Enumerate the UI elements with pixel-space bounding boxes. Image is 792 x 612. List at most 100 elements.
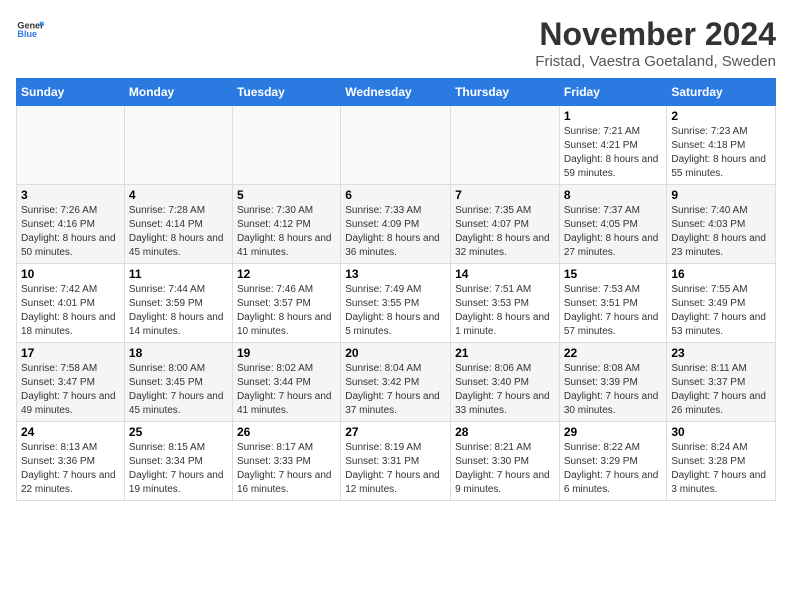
calendar-cell: 30 Sunrise: 8:24 AM Sunset: 3:28 PM Dayli… xyxy=(667,422,776,501)
day-number: 28 xyxy=(455,425,555,439)
day-info: Sunrise: 7:21 AM Sunset: 4:21 PM Dayligh… xyxy=(564,125,663,181)
title-section: November 2024 Fristad, Vaestra Goetaland… xyxy=(535,16,776,70)
calendar-cell: 2 Sunrise: 7:23 AM Sunset: 4:18 PM Daylig… xyxy=(667,106,776,185)
weekday-header-wednesday: Wednesday xyxy=(341,79,451,106)
day-number: 5 xyxy=(237,188,336,202)
day-number: 20 xyxy=(345,346,446,360)
day-number: 11 xyxy=(129,267,228,281)
calendar-cell: 4 Sunrise: 7:28 AM Sunset: 4:14 PM Daylig… xyxy=(124,185,232,264)
day-info: Sunrise: 8:02 AM Sunset: 3:44 PM Dayligh… xyxy=(237,362,336,418)
calendar-cell: 6 Sunrise: 7:33 AM Sunset: 4:09 PM Daylig… xyxy=(341,185,451,264)
day-info: Sunrise: 7:28 AM Sunset: 4:14 PM Dayligh… xyxy=(129,204,228,260)
calendar-cell: 25 Sunrise: 8:15 AM Sunset: 3:34 PM Dayli… xyxy=(124,422,232,501)
calendar-cell: 7 Sunrise: 7:35 AM Sunset: 4:07 PM Daylig… xyxy=(451,185,560,264)
day-number: 24 xyxy=(21,425,120,439)
day-info: Sunrise: 7:35 AM Sunset: 4:07 PM Dayligh… xyxy=(455,204,555,260)
calendar-cell: 21Sunrise: 8:06 AM Sunset: 3:40 PM Dayli… xyxy=(451,343,560,422)
day-info: Sunrise: 7:37 AM Sunset: 4:05 PM Dayligh… xyxy=(564,204,663,260)
calendar-cell: 20 Sunrise: 8:04 AM Sunset: 3:42 PM Dayli… xyxy=(341,343,451,422)
day-info: Sunrise: 7:26 AM Sunset: 4:16 PM Dayligh… xyxy=(21,204,120,260)
calendar-cell: 12 Sunrise: 7:46 AM Sunset: 3:57 PM Dayli… xyxy=(232,264,340,343)
calendar-cell: 13 Sunrise: 7:49 AM Sunset: 3:55 PM Dayli… xyxy=(341,264,451,343)
day-info: Sunrise: 8:24 AM Sunset: 3:28 PM Dayligh… xyxy=(671,441,771,497)
calendar-cell xyxy=(232,106,340,185)
calendar-cell: 28 Sunrise: 8:21 AM Sunset: 3:30 PM Dayli… xyxy=(451,422,560,501)
day-info: Sunrise: 7:51 AM Sunset: 3:53 PM Dayligh… xyxy=(455,283,555,339)
month-title: November 2024 xyxy=(535,16,776,53)
calendar-cell: 19 Sunrise: 8:02 AM Sunset: 3:44 PM Dayli… xyxy=(232,343,340,422)
day-number: 30 xyxy=(671,425,771,439)
day-number: 18 xyxy=(129,346,228,360)
day-number: 6 xyxy=(345,188,446,202)
day-info: Sunrise: 7:23 AM Sunset: 4:18 PM Dayligh… xyxy=(671,125,771,181)
day-info: Sunrise: 8:22 AM Sunset: 3:29 PM Dayligh… xyxy=(564,441,663,497)
calendar-cell xyxy=(17,106,125,185)
day-number: 17 xyxy=(21,346,120,360)
calendar-cell: 26 Sunrise: 8:17 AM Sunset: 3:33 PM Dayli… xyxy=(232,422,340,501)
day-info: Sunrise: 7:33 AM Sunset: 4:09 PM Dayligh… xyxy=(345,204,446,260)
calendar-cell: 17 Sunrise: 7:58 AM Sunset: 3:47 PM Dayli… xyxy=(17,343,125,422)
day-info: Sunrise: 7:42 AM Sunset: 4:01 PM Dayligh… xyxy=(21,283,120,339)
calendar-cell: 23 Sunrise: 8:11 AM Sunset: 3:37 PM Dayli… xyxy=(667,343,776,422)
day-info: Sunrise: 8:17 AM Sunset: 3:33 PM Dayligh… xyxy=(237,441,336,497)
day-number: 2 xyxy=(671,109,771,123)
calendar-cell xyxy=(451,106,560,185)
calendar-cell: 16 Sunrise: 7:55 AM Sunset: 3:49 PM Dayli… xyxy=(667,264,776,343)
day-info: Sunrise: 8:21 AM Sunset: 3:30 PM Dayligh… xyxy=(455,441,555,497)
day-number: 29 xyxy=(564,425,663,439)
day-number: 13 xyxy=(345,267,446,281)
calendar-cell xyxy=(341,106,451,185)
day-info: Sunrise: 8:11 AM Sunset: 3:37 PM Dayligh… xyxy=(671,362,771,418)
day-info: Sunrise: 7:55 AM Sunset: 3:49 PM Dayligh… xyxy=(671,283,771,339)
day-number: 15 xyxy=(564,267,663,281)
day-info: Sunrise: 7:53 AM Sunset: 3:51 PM Dayligh… xyxy=(564,283,663,339)
day-number: 16 xyxy=(671,267,771,281)
day-info: Sunrise: 7:46 AM Sunset: 3:57 PM Dayligh… xyxy=(237,283,336,339)
calendar-cell: 18 Sunrise: 8:00 AM Sunset: 3:45 PM Dayli… xyxy=(124,343,232,422)
svg-text:Blue: Blue xyxy=(17,29,37,39)
day-number: 4 xyxy=(129,188,228,202)
day-info: Sunrise: 8:19 AM Sunset: 3:31 PM Dayligh… xyxy=(345,441,446,497)
day-number: 23 xyxy=(671,346,771,360)
day-info: Sunrise: 8:13 AM Sunset: 3:36 PM Dayligh… xyxy=(21,441,120,497)
calendar-cell xyxy=(124,106,232,185)
day-number: 22 xyxy=(564,346,663,360)
calendar-cell: 9Sunrise: 7:40 AM Sunset: 4:03 PM Daylig… xyxy=(667,185,776,264)
weekday-header-monday: Monday xyxy=(124,79,232,106)
day-number: 9 xyxy=(671,188,771,202)
page-header: General Blue November 2024 Fristad, Vaes… xyxy=(16,16,776,70)
calendar-cell: 22 Sunrise: 8:08 AM Sunset: 3:39 PM Dayli… xyxy=(559,343,667,422)
day-info: Sunrise: 8:08 AM Sunset: 3:39 PM Dayligh… xyxy=(564,362,663,418)
calendar-cell: 29 Sunrise: 8:22 AM Sunset: 3:29 PM Dayli… xyxy=(559,422,667,501)
day-number: 1 xyxy=(564,109,663,123)
day-info: Sunrise: 7:49 AM Sunset: 3:55 PM Dayligh… xyxy=(345,283,446,339)
day-number: 21 xyxy=(455,346,555,360)
calendar-cell: 3Sunrise: 7:26 AM Sunset: 4:16 PM Daylig… xyxy=(17,185,125,264)
day-info: Sunrise: 7:58 AM Sunset: 3:47 PM Dayligh… xyxy=(21,362,120,418)
calendar-cell: 14 Sunrise: 7:51 AM Sunset: 3:53 PM Dayli… xyxy=(451,264,560,343)
day-number: 14 xyxy=(455,267,555,281)
calendar-cell: 24 Sunrise: 8:13 AM Sunset: 3:36 PM Dayli… xyxy=(17,422,125,501)
day-number: 25 xyxy=(129,425,228,439)
calendar-cell: 10Sunrise: 7:42 AM Sunset: 4:01 PM Dayli… xyxy=(17,264,125,343)
day-info: Sunrise: 8:15 AM Sunset: 3:34 PM Dayligh… xyxy=(129,441,228,497)
day-info: Sunrise: 8:00 AM Sunset: 3:45 PM Dayligh… xyxy=(129,362,228,418)
weekday-header-friday: Friday xyxy=(559,79,667,106)
day-number: 26 xyxy=(237,425,336,439)
day-number: 8 xyxy=(564,188,663,202)
weekday-header-saturday: Saturday xyxy=(667,79,776,106)
calendar-cell: 27 Sunrise: 8:19 AM Sunset: 3:31 PM Dayli… xyxy=(341,422,451,501)
day-info: Sunrise: 8:04 AM Sunset: 3:42 PM Dayligh… xyxy=(345,362,446,418)
weekday-header-thursday: Thursday xyxy=(451,79,560,106)
day-info: Sunrise: 7:44 AM Sunset: 3:59 PM Dayligh… xyxy=(129,283,228,339)
calendar-cell: 8 Sunrise: 7:37 AM Sunset: 4:05 PM Daylig… xyxy=(559,185,667,264)
logo: General Blue xyxy=(16,16,44,44)
calendar-cell: 5 Sunrise: 7:30 AM Sunset: 4:12 PM Daylig… xyxy=(232,185,340,264)
day-number: 12 xyxy=(237,267,336,281)
day-info: Sunrise: 7:30 AM Sunset: 4:12 PM Dayligh… xyxy=(237,204,336,260)
location-subtitle: Fristad, Vaestra Goetaland, Sweden xyxy=(535,53,776,70)
day-number: 27 xyxy=(345,425,446,439)
day-number: 7 xyxy=(455,188,555,202)
weekday-header-sunday: Sunday xyxy=(17,79,125,106)
day-number: 19 xyxy=(237,346,336,360)
